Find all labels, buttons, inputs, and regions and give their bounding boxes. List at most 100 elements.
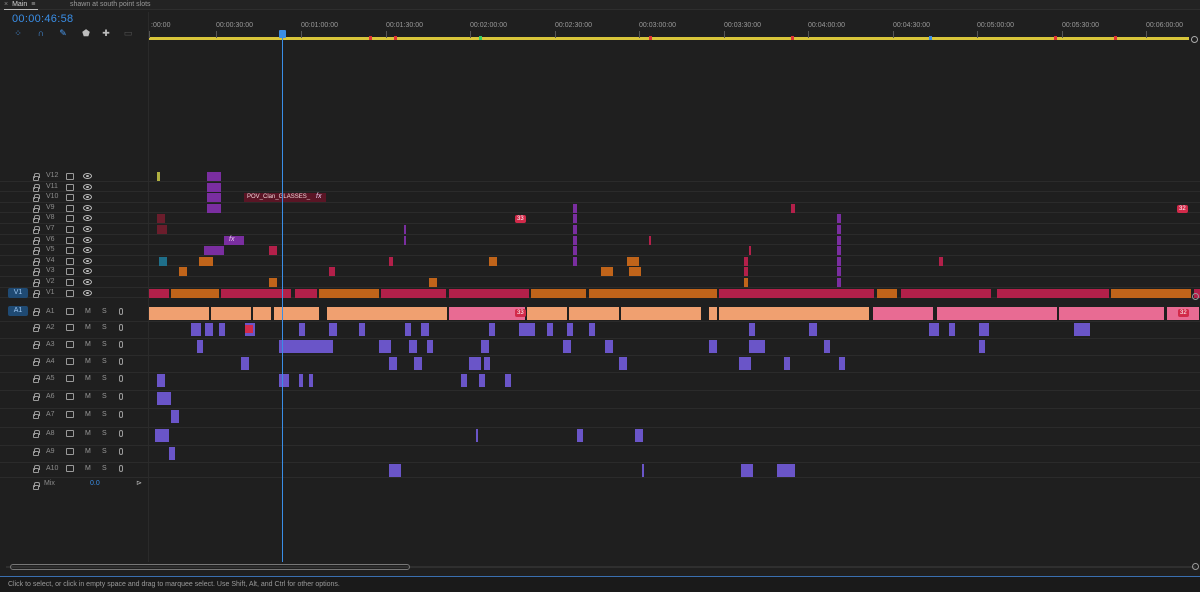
audio-clip-secondary[interactable] [329, 323, 337, 336]
mic-icon[interactable] [119, 465, 123, 472]
audio-clip-secondary[interactable] [505, 374, 511, 387]
video-clip[interactable] [573, 203, 577, 213]
audio-clip[interactable] [211, 307, 251, 320]
sync-lock-icon[interactable] [66, 430, 74, 437]
audio-clip-secondary[interactable] [163, 392, 171, 405]
video-clip[interactable] [749, 246, 751, 256]
audio-clip[interactable] [621, 307, 701, 320]
audio-clip-secondary[interactable] [824, 340, 830, 353]
marker-badge[interactable]: 32 [1178, 309, 1189, 317]
video-clip[interactable] [573, 214, 577, 224]
lock-icon[interactable] [33, 194, 40, 203]
audio-clip-secondary[interactable] [563, 340, 571, 353]
solo-button[interactable]: S [102, 357, 107, 367]
video-clip[interactable] [389, 256, 393, 266]
video-clip[interactable] [573, 225, 577, 234]
lock-icon[interactable] [33, 268, 40, 277]
audio-clip-secondary[interactable] [589, 323, 595, 336]
sync-lock-icon[interactable] [66, 226, 74, 233]
marker-badge[interactable]: 33 [515, 215, 526, 224]
mute-button[interactable]: M [85, 464, 91, 474]
audio-clip-secondary[interactable] [219, 323, 225, 336]
sync-lock-icon[interactable] [66, 465, 74, 472]
audio-clip-secondary[interactable] [609, 340, 613, 353]
work-area-bar[interactable] [149, 37, 1189, 40]
video-clip[interactable] [179, 267, 187, 277]
ruler-marker[interactable] [929, 36, 932, 40]
source-patch-video[interactable]: V1 [8, 287, 28, 298]
audio-clip-secondary[interactable] [279, 374, 289, 387]
eye-icon[interactable] [83, 268, 92, 275]
audio-clip-secondary[interactable] [749, 340, 765, 353]
lock-icon[interactable] [33, 257, 40, 266]
lock-icon[interactable] [33, 375, 40, 383]
clip-area[interactable]: POV_Clan_GLASSES_ fx fx 33 32 33 32 [149, 170, 1200, 565]
video-clip[interactable] [295, 288, 317, 298]
audio-clip-secondary[interactable] [157, 374, 165, 387]
zoom-handle-icon[interactable] [1191, 36, 1198, 43]
playhead-handle[interactable] [279, 30, 286, 38]
solo-button[interactable]: S [102, 307, 107, 317]
sync-lock-icon[interactable] [66, 204, 74, 212]
sync-lock-icon[interactable] [66, 279, 74, 286]
audio-clip-secondary[interactable] [279, 340, 329, 353]
sync-lock-icon[interactable] [66, 341, 74, 348]
audio-clip-secondary[interactable] [739, 357, 751, 370]
audio-clip[interactable] [709, 307, 717, 320]
eye-icon[interactable] [83, 204, 92, 211]
lock-icon[interactable] [33, 236, 40, 245]
sync-lock-icon[interactable] [66, 215, 74, 223]
video-clip[interactable] [901, 288, 991, 298]
ruler-marker[interactable] [649, 36, 652, 40]
marker-badge[interactable]: 32 [1177, 204, 1188, 213]
audio-clip-secondary[interactable] [327, 340, 333, 353]
sync-lock-icon[interactable] [66, 324, 74, 331]
eye-icon[interactable] [83, 236, 92, 243]
lock-icon[interactable] [33, 247, 40, 256]
audio-clip-secondary[interactable] [191, 323, 201, 336]
lock-icon[interactable] [33, 215, 40, 224]
audio-clip-secondary[interactable] [359, 323, 365, 336]
sync-lock-icon[interactable] [66, 257, 74, 265]
audio-clip-secondary[interactable] [547, 323, 553, 336]
video-clip[interactable] [159, 256, 167, 266]
video-clip[interactable] [429, 278, 437, 287]
video-clip[interactable] [207, 182, 221, 192]
eye-icon[interactable] [83, 257, 92, 264]
video-clip[interactable] [629, 267, 641, 277]
tab-sequence[interactable]: shawn at south point slots [70, 0, 151, 10]
video-clip[interactable] [601, 267, 613, 277]
video-clip[interactable] [1111, 288, 1191, 298]
eye-icon[interactable] [83, 183, 92, 190]
snap-icon[interactable]: ⁘ [12, 27, 24, 39]
mute-button[interactable]: M [85, 357, 91, 367]
video-clip[interactable] [207, 203, 221, 213]
sync-lock-icon[interactable] [66, 247, 74, 255]
sync-lock-icon[interactable] [66, 236, 74, 244]
audio-clip-secondary[interactable] [577, 429, 583, 442]
sync-lock-icon[interactable] [66, 358, 74, 365]
video-clip[interactable] [649, 235, 651, 245]
ruler-marker[interactable] [1054, 36, 1057, 40]
sync-lock-icon[interactable] [66, 308, 74, 315]
sync-lock-icon[interactable] [66, 448, 74, 455]
video-clip[interactable] [744, 256, 748, 266]
audio-clip-secondary[interactable] [479, 374, 485, 387]
audio-clip-secondary[interactable] [205, 323, 213, 336]
mic-icon[interactable] [119, 430, 123, 437]
audio-clip[interactable] [274, 307, 319, 320]
audio-clip[interactable] [937, 307, 1057, 320]
lock-icon[interactable] [33, 393, 40, 401]
audio-clip-secondary[interactable] [979, 340, 985, 353]
audio-clip-secondary[interactable] [476, 429, 478, 442]
video-clip[interactable] [489, 256, 497, 266]
lock-icon[interactable] [33, 465, 40, 473]
solo-button[interactable]: S [102, 392, 107, 402]
audio-clip[interactable] [149, 307, 209, 320]
mute-button[interactable]: M [85, 392, 91, 402]
sync-lock-icon[interactable] [66, 375, 74, 382]
video-clip[interactable] [207, 193, 221, 203]
time-ruler[interactable]: :00:00 00:00:30:00 00:01:00:00 00:01:30:00 0… [149, 13, 1200, 43]
ruler-marker[interactable] [369, 36, 372, 40]
audio-clip-secondary[interactable] [309, 374, 313, 387]
